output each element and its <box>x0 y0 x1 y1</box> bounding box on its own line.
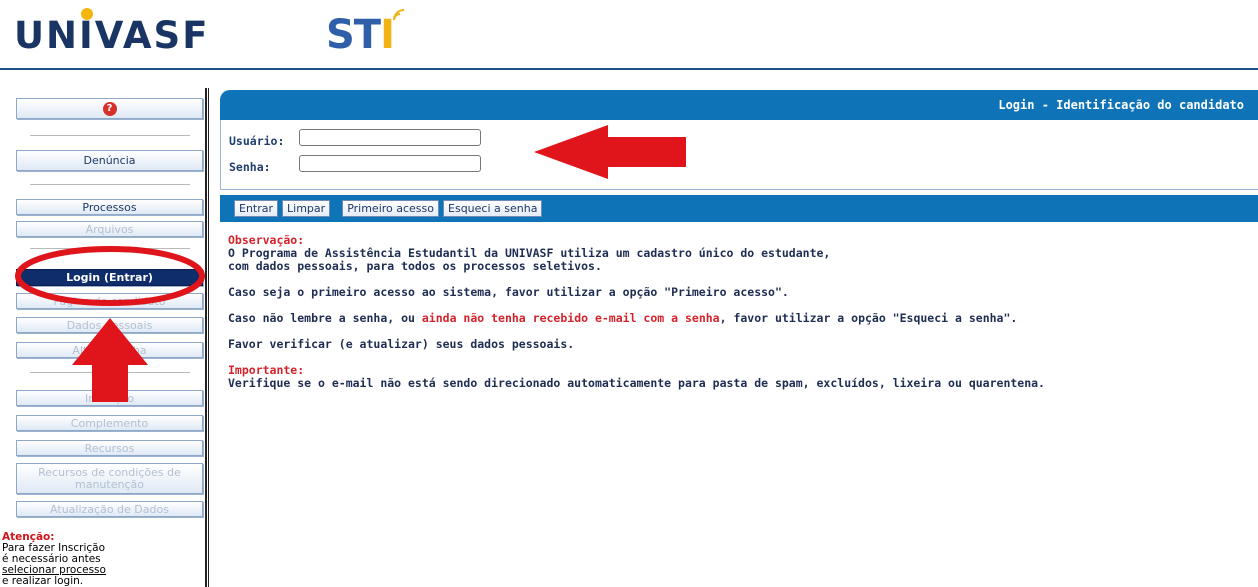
red-arrow-left-icon <box>534 125 686 179</box>
red-arrow-up-icon <box>72 318 148 402</box>
red-circle-annotation <box>15 246 205 306</box>
annotation-overlay <box>15 125 686 402</box>
